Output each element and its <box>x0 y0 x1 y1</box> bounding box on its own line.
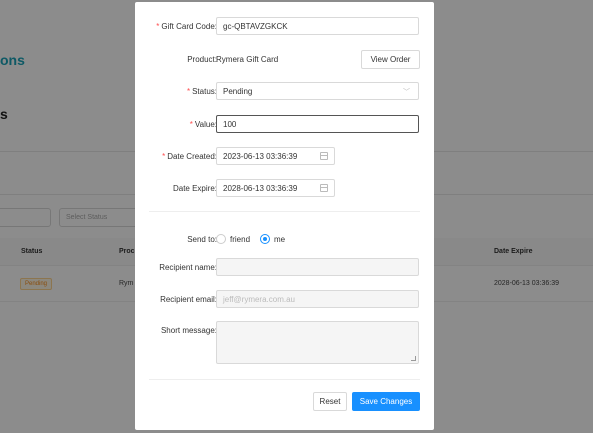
date-created-label: Date Created: <box>167 152 217 161</box>
save-changes-button[interactable]: Save Changes <box>352 392 420 411</box>
radio-me-label[interactable]: me <box>274 235 285 244</box>
radio-friend-label[interactable]: friend <box>230 235 250 244</box>
date-expire-label: Date Expire: <box>172 184 217 193</box>
status-select[interactable]: Pending ﹀ <box>216 82 419 100</box>
divider <box>149 379 420 380</box>
required-marker: * <box>162 152 166 161</box>
date-created-row: * Date Created: 2023-06-13 03:36:39 <box>135 147 434 167</box>
recipient-email-label: Recipient email: <box>160 295 217 304</box>
recipient-name-row: Recipient name: <box>135 258 434 278</box>
status-row: * Status: Pending ﹀ <box>135 82 434 102</box>
resize-handle-icon[interactable] <box>411 356 416 361</box>
recipient-email-row: Recipient email: jeff@rymera.com.au <box>135 290 434 310</box>
status-value: Pending <box>223 87 253 96</box>
edit-gift-card-modal: * Gift Card Code: gc-QBTAVZGKCK Product: … <box>135 2 434 430</box>
status-label: Status: <box>192 87 217 96</box>
date-expire-picker[interactable]: 2028-06-13 03:36:39 <box>216 179 335 197</box>
send-to-label: Send to: <box>187 235 217 244</box>
radio-friend[interactable] <box>216 234 226 244</box>
reset-button[interactable]: Reset <box>313 392 347 411</box>
date-created-value: 2023-06-13 03:36:39 <box>223 152 298 161</box>
gift-card-code-field[interactable]: gc-QBTAVZGKCK <box>216 17 419 35</box>
gift-card-code-row: * Gift Card Code: gc-QBTAVZGKCK <box>135 17 434 37</box>
product-label: Product: <box>187 55 217 64</box>
short-message-label: Short message: <box>160 326 217 335</box>
date-created-picker[interactable]: 2023-06-13 03:36:39 <box>216 147 335 165</box>
recipient-name-label: Recipient name: <box>159 263 217 272</box>
gift-card-code-label: Gift Card Code: <box>161 22 217 31</box>
required-marker: * <box>189 120 193 129</box>
short-message-row: Short message: <box>135 321 434 366</box>
recipient-email-field[interactable]: jeff@rymera.com.au <box>216 290 419 308</box>
short-message-textarea[interactable] <box>216 321 419 364</box>
product-value: Rymera Gift Card <box>216 55 279 64</box>
value-row: * Value: 100 <box>135 115 434 135</box>
required-marker: * <box>186 87 191 96</box>
value-label: Value: <box>194 120 217 129</box>
date-expire-value: 2028-06-13 03:36:39 <box>223 184 298 193</box>
divider <box>149 211 420 212</box>
radio-me[interactable] <box>260 234 270 244</box>
send-to-row: Send to: friend me <box>135 230 434 250</box>
date-expire-row: Date Expire: 2028-06-13 03:36:39 <box>135 179 434 199</box>
required-marker: * <box>156 22 160 31</box>
calendar-icon <box>320 184 328 192</box>
recipient-name-field[interactable] <box>216 258 419 276</box>
chevron-down-icon: ﹀ <box>403 89 410 96</box>
view-order-button[interactable]: View Order <box>361 50 420 69</box>
value-field[interactable]: 100 <box>216 115 419 133</box>
calendar-icon <box>320 152 328 160</box>
product-row: Product: Rymera Gift Card View Order <box>135 50 434 70</box>
